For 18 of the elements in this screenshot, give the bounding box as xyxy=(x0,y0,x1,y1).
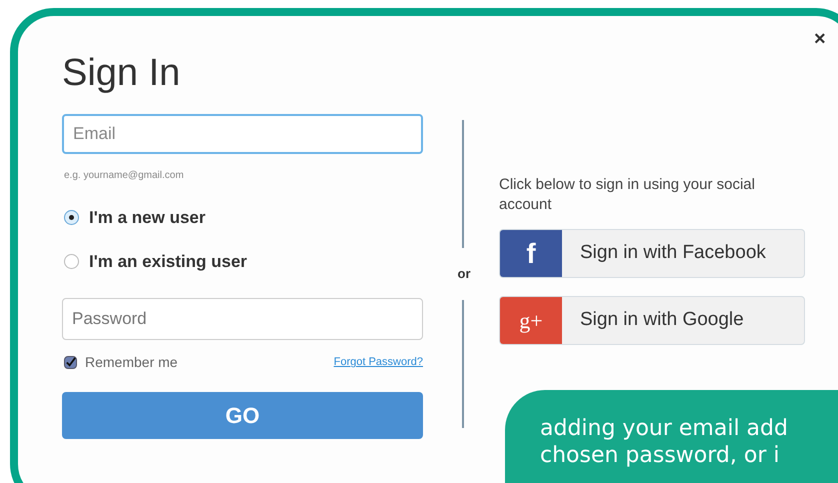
radio-label: I'm an existing user xyxy=(89,250,248,273)
email-field[interactable]: Email xyxy=(62,114,423,154)
email-hint: e.g. yourname@gmail.com xyxy=(64,169,185,183)
forgot-password-link[interactable]: Forgot Password? xyxy=(334,354,423,371)
radio-label: I'm a new user xyxy=(89,207,206,229)
google-plus-logo-icon: g+ xyxy=(500,297,562,344)
remember-checkbox[interactable] xyxy=(64,356,77,369)
callout-text: adding your email add xyxy=(540,415,788,442)
facebook-logo-icon: f xyxy=(500,230,562,277)
password-field[interactable]: Password xyxy=(62,298,423,340)
dialog-title: Sign In xyxy=(62,51,182,96)
remember-label: Remember me xyxy=(85,353,178,372)
social-sign-in-button[interactable]: g+ Sign in with Google xyxy=(499,296,805,345)
callout-text: chosen password, or i xyxy=(540,442,780,469)
social-sign-in-button[interactable]: f Sign in with Facebook xyxy=(499,229,805,278)
close-icon[interactable]: × xyxy=(814,24,826,54)
or-divider-label: or xyxy=(458,265,470,283)
social-intro-text: Click below to sign in using your social account xyxy=(499,175,756,215)
